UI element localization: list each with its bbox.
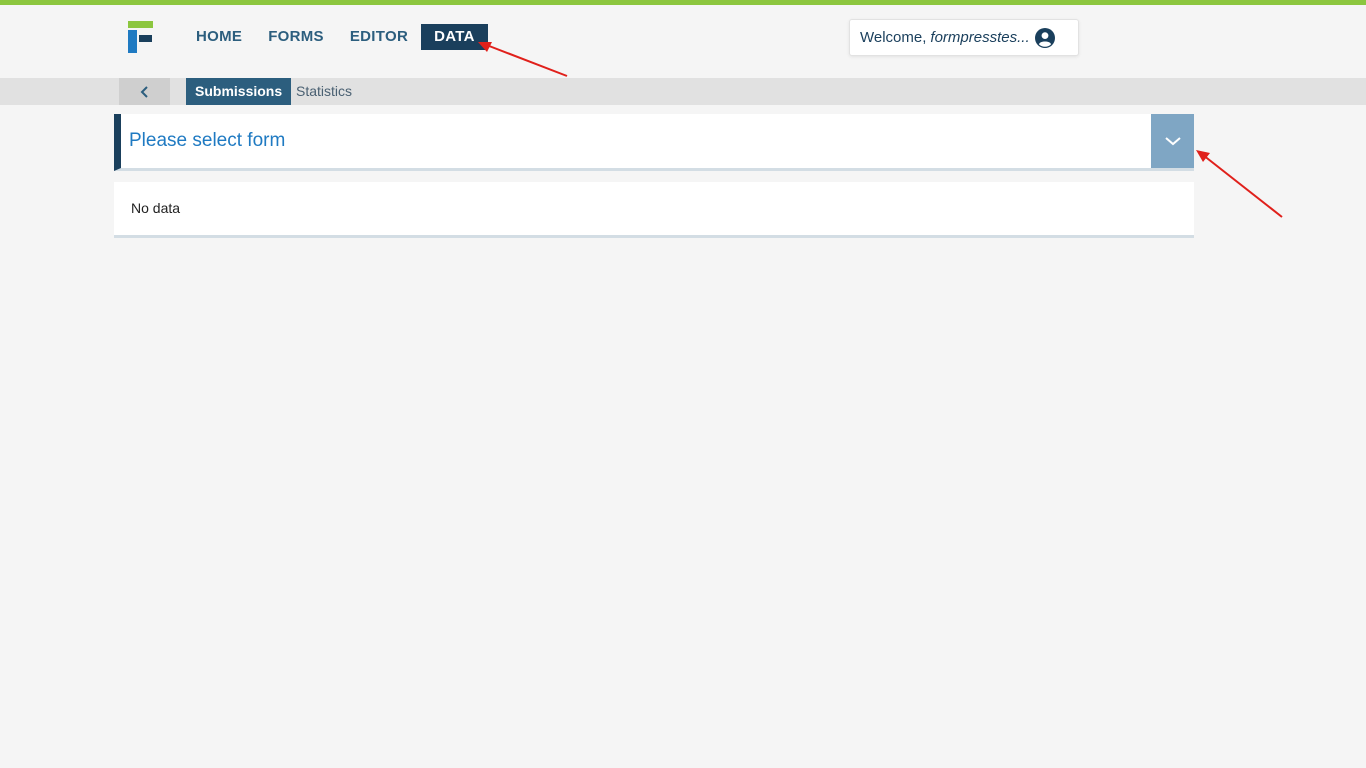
form-select-dropdown[interactable]: Please select form bbox=[114, 114, 1194, 171]
header: HOME FORMS EDITOR DATA Welcome, formpres… bbox=[0, 5, 1366, 78]
sub-navigation: Submissions Statistics bbox=[0, 78, 1366, 105]
tab-submissions[interactable]: Submissions bbox=[186, 78, 292, 105]
chevron-down-icon bbox=[1164, 137, 1181, 146]
submissions-panel: No data bbox=[114, 182, 1194, 238]
app-logo[interactable] bbox=[128, 21, 154, 53]
welcome-label: Welcome, bbox=[860, 29, 927, 46]
no-data-message: No data bbox=[131, 200, 181, 216]
form-select-toggle-button[interactable] bbox=[1151, 114, 1194, 168]
nav-editor[interactable]: EDITOR bbox=[337, 24, 421, 50]
nav-home[interactable]: HOME bbox=[183, 24, 255, 50]
user-menu-button[interactable]: Welcome, formpresstes... bbox=[849, 19, 1079, 56]
main-nav: HOME FORMS EDITOR DATA bbox=[183, 24, 488, 50]
back-button[interactable] bbox=[119, 78, 170, 105]
tab-statistics[interactable]: Statistics bbox=[287, 78, 361, 105]
user-avatar-icon bbox=[1034, 27, 1055, 48]
form-select-placeholder[interactable]: Please select form bbox=[129, 114, 285, 168]
arrow-to-dropdown-toggle bbox=[1196, 150, 1283, 218]
chevron-left-icon bbox=[140, 85, 148, 98]
nav-forms[interactable]: FORMS bbox=[255, 24, 337, 50]
nav-data[interactable]: DATA bbox=[421, 24, 488, 50]
welcome-username: formpresstes... bbox=[930, 29, 1030, 46]
